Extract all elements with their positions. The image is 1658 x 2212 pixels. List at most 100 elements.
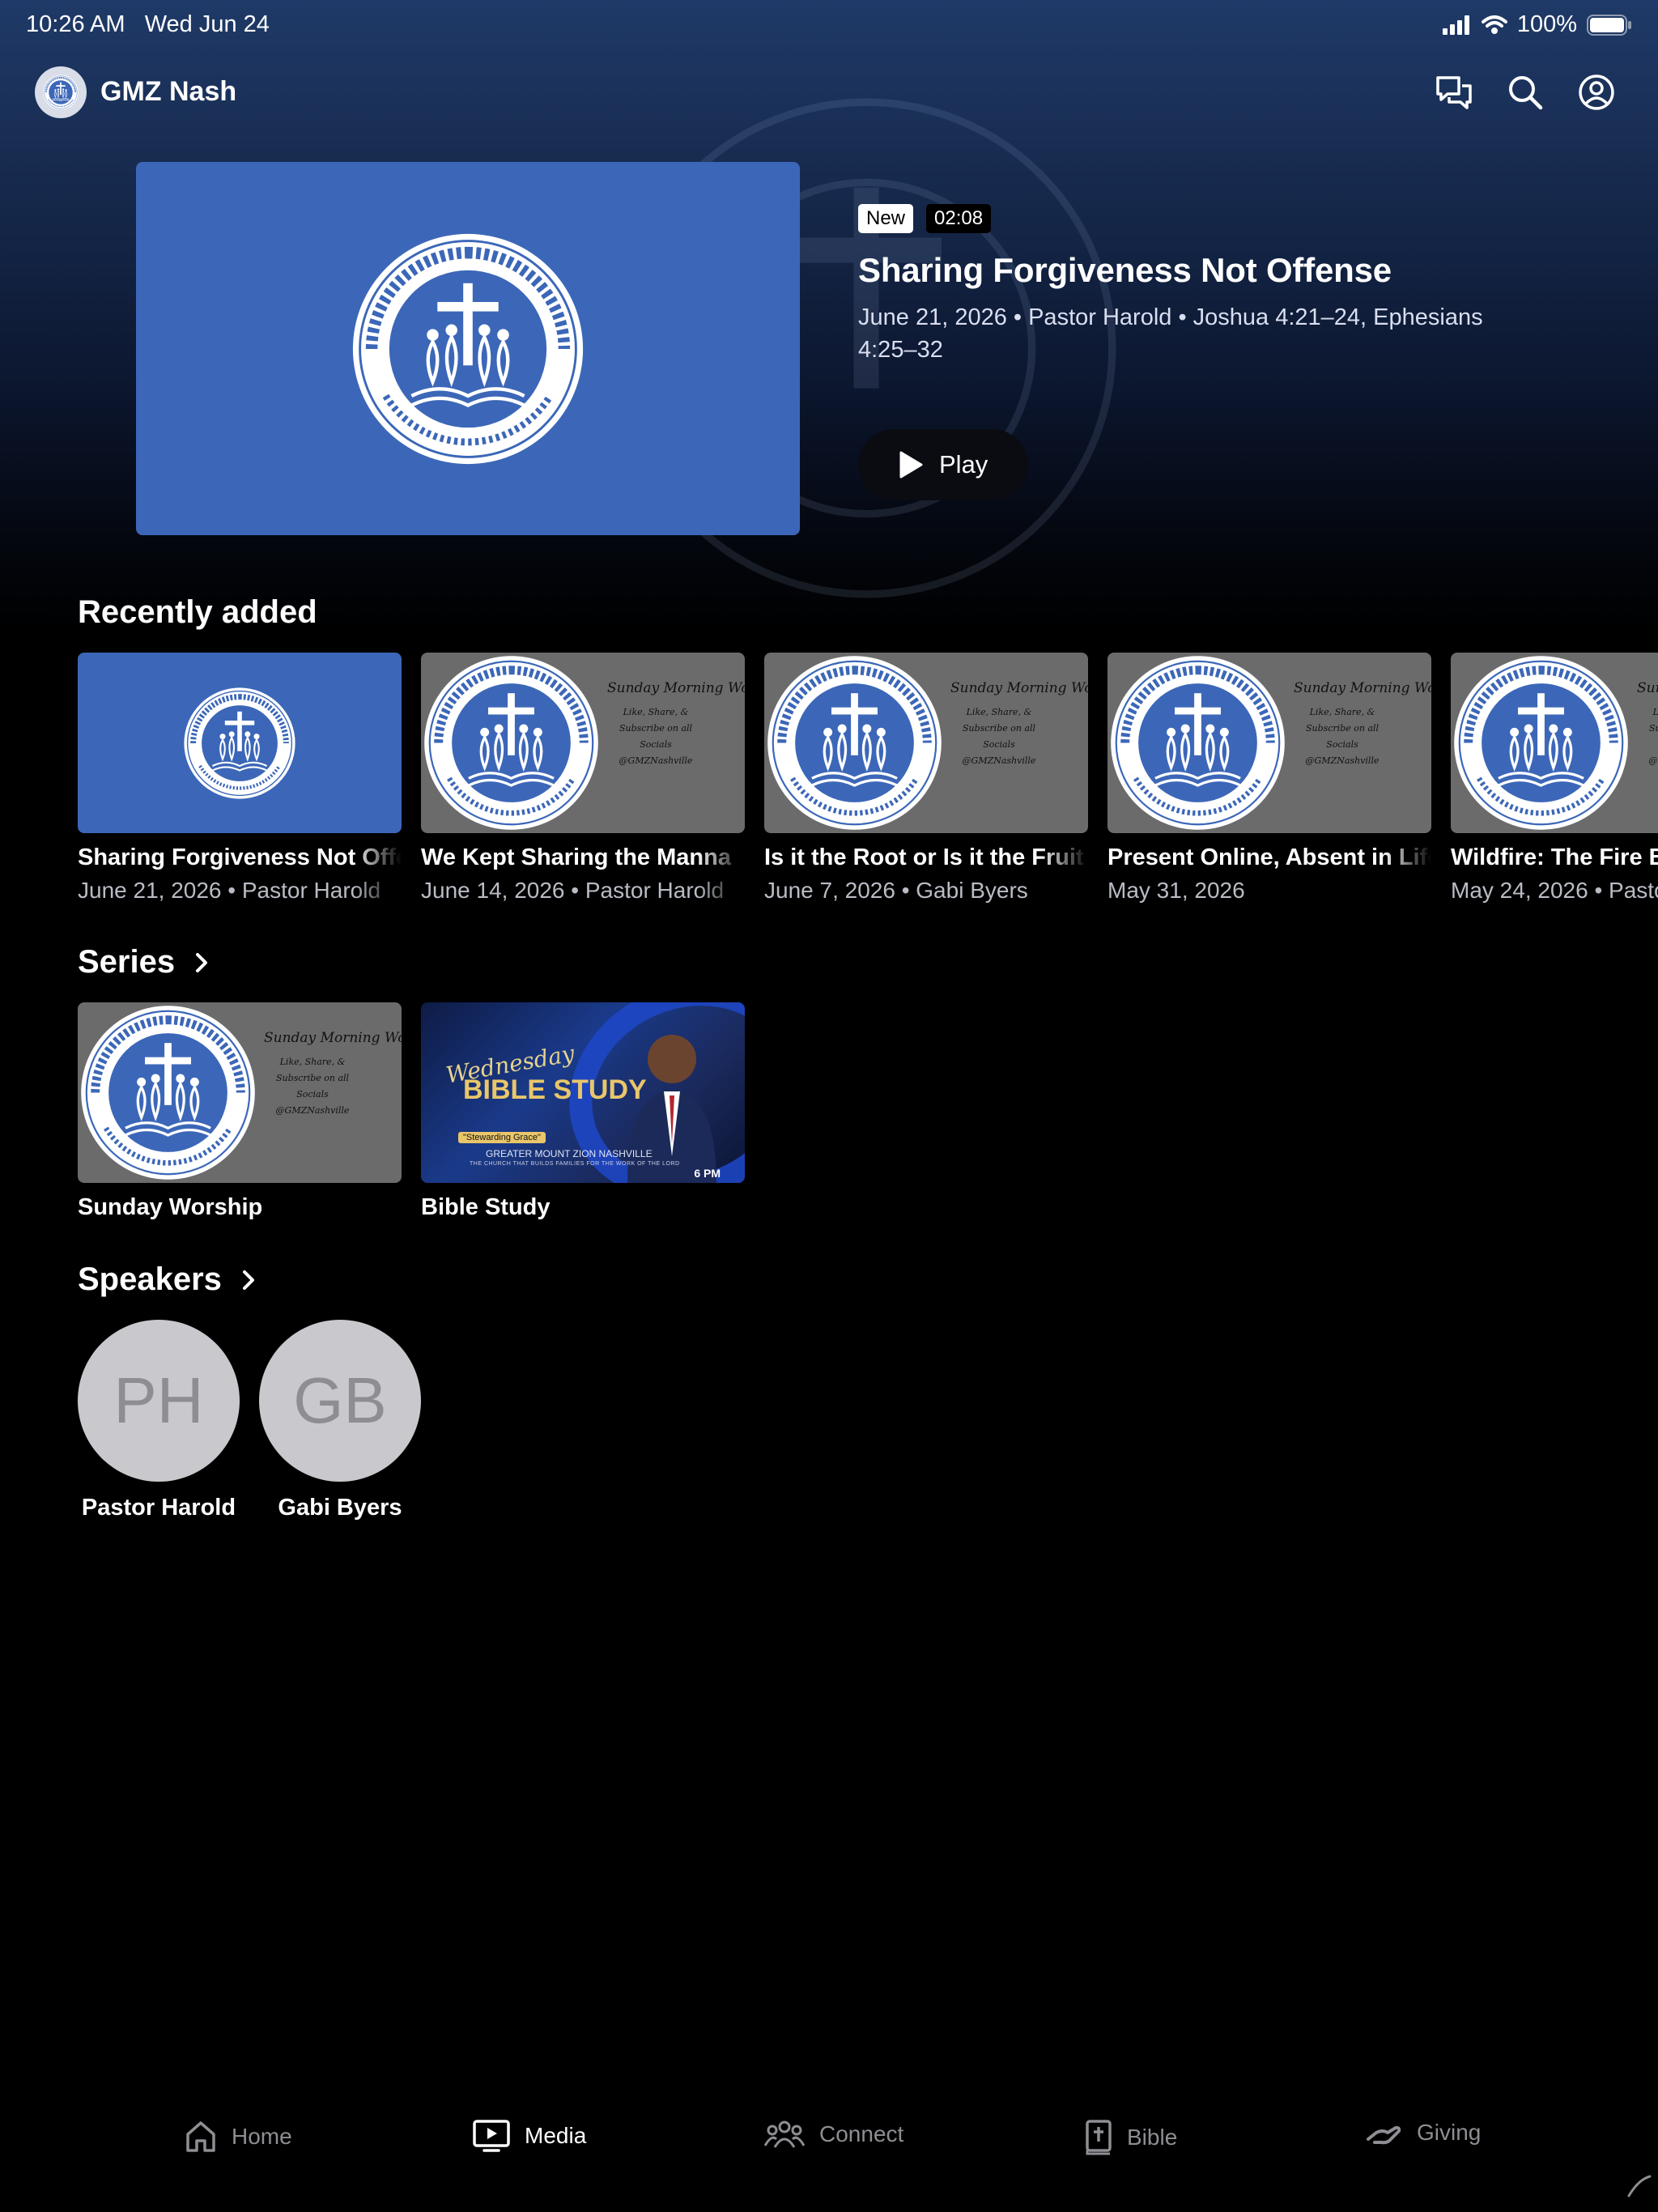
media-thumbnail: Sunday Morning Worship Like, Share, & Su… bbox=[1451, 653, 1658, 833]
featured-artwork[interactable] bbox=[136, 162, 800, 535]
church-seal-icon bbox=[79, 1004, 257, 1181]
user-circle-icon bbox=[1579, 74, 1614, 110]
house-icon bbox=[186, 2121, 215, 2152]
church-seal-icon bbox=[766, 654, 943, 832]
tab-label: Connect bbox=[819, 2121, 904, 2146]
media-card[interactable]: Sunday Morning Worship Like, Share, & Su… bbox=[764, 653, 1088, 904]
chevron-right-icon bbox=[242, 1270, 254, 1290]
thumbnail-caption: Sunday Morning Worship Like, Share, & Su… bbox=[264, 1030, 402, 1116]
bible-art-line5: THE CHURCH THAT BUILDS FAMILIES FOR THE … bbox=[470, 1161, 680, 1167]
media-thumbnail: Sunday Morning Worship Like, Share, & Su… bbox=[764, 653, 1088, 833]
pencil-indicator-icon bbox=[1627, 2175, 1652, 2197]
status-time: 10:26 AM Wed Jun 24 bbox=[26, 11, 270, 37]
speaker-card[interactable]: GB Gabi Byers bbox=[259, 1320, 421, 1521]
media-subtitle: May 24, 2026 • Pastor Harold bbox=[1451, 878, 1658, 903]
tab-bible[interactable]: Bible bbox=[1085, 2120, 1177, 2155]
play-button[interactable]: Play bbox=[858, 429, 1028, 500]
tab-label: Home bbox=[232, 2124, 292, 2149]
featured-info: New 02:08 Sharing Forgiveness Not Offens… bbox=[858, 204, 1538, 500]
chat-bubbles-icon bbox=[1436, 76, 1472, 109]
recently-added-row: Sharing Forgiveness Not Offense June 21,… bbox=[78, 653, 1658, 904]
series-thumbnail: Sunday Morning Worship Like, Share, & Su… bbox=[78, 1002, 402, 1183]
media-subtitle: June 14, 2026 • Pastor Harold bbox=[421, 878, 725, 903]
tab-home[interactable]: Home bbox=[185, 2120, 292, 2154]
media-card[interactable]: Sharing Forgiveness Not Offense June 21,… bbox=[78, 653, 402, 904]
speakers-heading[interactable]: Speakers bbox=[78, 1261, 256, 1298]
church-seal-icon bbox=[43, 74, 79, 110]
status-date: Wed Jun 24 bbox=[144, 11, 270, 37]
speaker-card[interactable]: PH Pastor Harold bbox=[78, 1320, 240, 1521]
featured-badges: New 02:08 bbox=[858, 204, 1538, 233]
play-icon bbox=[899, 451, 923, 479]
church-seal-icon bbox=[1109, 654, 1286, 832]
media-card[interactable]: Sunday Morning Worship Like, Share, & Su… bbox=[1107, 653, 1431, 904]
featured-title: Sharing Forgiveness Not Offense bbox=[858, 251, 1392, 289]
church-seal-icon bbox=[1452, 654, 1630, 832]
chevron-right-icon bbox=[196, 952, 208, 972]
series-title: Sunday Worship bbox=[78, 1194, 263, 1220]
speaker-avatar: GB bbox=[259, 1320, 421, 1482]
media-thumbnail: Sunday Morning Worship Like, Share, & Su… bbox=[1107, 653, 1431, 833]
search-button[interactable] bbox=[1504, 71, 1546, 113]
status-bar: 10:26 AM Wed Jun 24 100% bbox=[0, 0, 1658, 52]
bible-art-line4: GREATER MOUNT ZION NASHVILLE bbox=[486, 1148, 653, 1159]
speaker-avatar: PH bbox=[78, 1320, 240, 1482]
church-seal-icon bbox=[183, 687, 296, 800]
series-title: Bible Study bbox=[421, 1194, 551, 1220]
media-title: Present Online, Absent in Life bbox=[1107, 844, 1431, 870]
thumbnail-caption: Sunday Morning Worship Like, Share, & Su… bbox=[950, 680, 1088, 766]
profile-button[interactable] bbox=[1575, 71, 1618, 113]
tab-label: Giving bbox=[1417, 2120, 1482, 2145]
tab-connect[interactable]: Connect bbox=[764, 2120, 903, 2149]
cellular-signal-icon bbox=[1442, 15, 1469, 35]
media-thumbnail bbox=[78, 653, 402, 833]
battery-percent: 100% bbox=[1516, 11, 1577, 37]
tv-play-icon bbox=[473, 2120, 510, 2152]
duration-badge: 02:08 bbox=[926, 204, 992, 233]
recently-added-heading: Recently added bbox=[78, 594, 317, 630]
tab-media[interactable]: Media bbox=[473, 2120, 586, 2152]
media-card[interactable]: Sunday Morning Worship Like, Share, & Su… bbox=[421, 653, 745, 904]
tab-bar: Home Media Connect Bible Giving bbox=[0, 2105, 1658, 2197]
media-subtitle: June 21, 2026 • Pastor Harold bbox=[78, 878, 381, 903]
search-icon bbox=[1509, 76, 1543, 110]
messages-button[interactable] bbox=[1433, 71, 1475, 113]
media-title: Sharing Forgiveness Not Offense bbox=[78, 844, 402, 870]
thumbnail-caption: Sunday Morning Worship Like, Share, & Su… bbox=[1294, 680, 1431, 766]
app-name[interactable]: GMZ Nash bbox=[100, 76, 236, 108]
series-card[interactable]: Wednesday BIBLE STUDY "Stewarding Grace"… bbox=[421, 1002, 745, 1221]
new-badge: New bbox=[858, 204, 914, 233]
bible-art-line2: BIBLE STUDY bbox=[463, 1074, 647, 1105]
tab-giving[interactable]: Giving bbox=[1367, 2120, 1481, 2146]
series-heading[interactable]: Series bbox=[78, 944, 209, 981]
media-subtitle: June 7, 2026 • Gabi Byers bbox=[764, 878, 1028, 903]
status-indicators: 100% bbox=[1442, 11, 1632, 38]
church-seal-icon bbox=[423, 654, 600, 832]
bible-art-line6: 6 PM bbox=[694, 1167, 721, 1180]
giving-hand-icon bbox=[1367, 2125, 1401, 2145]
speaker-name: Pastor Harold bbox=[81, 1495, 236, 1521]
speaker-name: Gabi Byers bbox=[278, 1495, 402, 1521]
media-title: Wildfire: The Fire Burns bbox=[1451, 844, 1658, 870]
media-title: We Kept Sharing the Manna bbox=[421, 844, 731, 870]
church-seal-icon bbox=[351, 232, 585, 466]
battery-icon bbox=[1587, 14, 1631, 36]
series-card[interactable]: Sunday Morning Worship Like, Share, & Su… bbox=[78, 1002, 402, 1221]
church-logo-icon[interactable] bbox=[35, 66, 87, 118]
wifi-icon bbox=[1481, 15, 1507, 34]
bible-art-line3: "Stewarding Grace" bbox=[458, 1132, 546, 1143]
speakers-row: PH Pastor Harold GB Gabi Byers bbox=[78, 1320, 1658, 1521]
people-icon bbox=[764, 2121, 805, 2148]
thumbnail-caption: Sunday Morning Worship Like, Share, & Su… bbox=[1637, 680, 1658, 766]
bible-study-thumbnail: Wednesday BIBLE STUDY "Stewarding Grace"… bbox=[421, 1002, 745, 1183]
featured-meta: June 21, 2026 • Pastor Harold • Joshua 4… bbox=[858, 304, 1483, 363]
top-navigation: GMZ Nash bbox=[0, 65, 1658, 118]
media-card[interactable]: Sunday Morning Worship Like, Share, & Su… bbox=[1451, 653, 1658, 904]
media-title: Is it the Root or Is it the Fruit bbox=[764, 844, 1084, 870]
play-label: Play bbox=[939, 450, 988, 479]
tab-label: Bible bbox=[1127, 2125, 1178, 2150]
media-subtitle: May 31, 2026 bbox=[1107, 878, 1245, 903]
media-thumbnail: Sunday Morning Worship Like, Share, & Su… bbox=[421, 653, 745, 833]
thumbnail-caption: Sunday Morning Worship Like, Share, & Su… bbox=[607, 680, 745, 766]
tab-label: Media bbox=[525, 2123, 587, 2148]
